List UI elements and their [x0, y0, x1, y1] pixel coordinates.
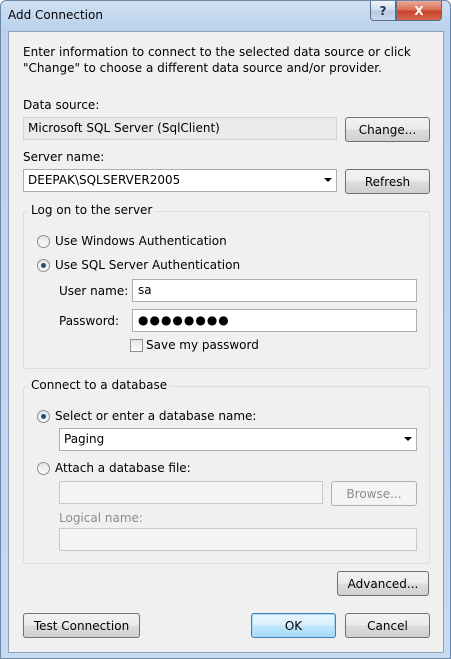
logical-name-label: Logical name: — [59, 511, 143, 525]
dialog-body: Enter information to connect to the sele… — [8, 31, 444, 653]
sql-auth-radio[interactable] — [37, 259, 50, 272]
change-button[interactable]: Change... — [345, 117, 430, 142]
attach-database-label[interactable]: Attach a database file: — [55, 461, 191, 475]
logical-name-input[interactable] — [59, 528, 417, 551]
database-name-combo[interactable]: Paging — [59, 428, 417, 451]
add-connection-dialog: Add Connection ? X Enter information to … — [0, 0, 451, 659]
server-name-value: DEEPAK\SQLSERVER2005 — [28, 173, 181, 187]
help-button[interactable]: ? — [370, 1, 396, 21]
data-source-field: Microsoft SQL Server (SqlClient) — [23, 117, 337, 140]
title-bar[interactable]: Add Connection ? X — [1, 1, 450, 31]
help-icon: ? — [379, 3, 387, 18]
window-title: Add Connection — [8, 8, 103, 22]
password-input[interactable]: ●●●●●●●● — [132, 309, 417, 332]
sql-auth-label[interactable]: Use SQL Server Authentication — [55, 258, 240, 272]
username-label: User name: — [59, 284, 129, 298]
test-connection-button[interactable]: Test Connection — [23, 613, 140, 638]
refresh-button[interactable]: Refresh — [345, 169, 430, 194]
dropdown-arrow-icon[interactable] — [324, 178, 332, 182]
username-input[interactable]: sa — [132, 279, 417, 302]
data-source-label: Data source: — [23, 98, 100, 112]
logon-group-title: Log on to the server — [28, 203, 156, 217]
database-file-input[interactable] — [59, 481, 323, 504]
server-name-label: Server name: — [23, 150, 105, 164]
intro-text: Enter information to connect to the sele… — [23, 45, 411, 75]
close-button[interactable]: X — [396, 1, 442, 21]
close-icon: X — [414, 3, 424, 18]
windows-auth-radio[interactable] — [37, 235, 50, 248]
cancel-button[interactable]: Cancel — [345, 613, 430, 638]
ok-button[interactable]: OK — [251, 613, 336, 638]
database-group-title: Connect to a database — [28, 378, 171, 392]
browse-button[interactable]: Browse... — [331, 481, 417, 506]
password-label: Password: — [59, 314, 120, 328]
select-database-radio[interactable] — [37, 410, 50, 423]
dropdown-arrow-icon[interactable] — [404, 437, 412, 441]
database-name-value: Paging — [64, 432, 105, 446]
advanced-button[interactable]: Advanced... — [337, 571, 429, 596]
windows-auth-label[interactable]: Use Windows Authentication — [55, 234, 227, 248]
save-password-label[interactable]: Save my password — [146, 338, 259, 352]
select-database-label[interactable]: Select or enter a database name: — [55, 409, 256, 423]
server-name-combo[interactable]: DEEPAK\SQLSERVER2005 — [23, 169, 337, 192]
save-password-checkbox[interactable] — [130, 339, 143, 352]
attach-database-radio[interactable] — [37, 462, 50, 475]
